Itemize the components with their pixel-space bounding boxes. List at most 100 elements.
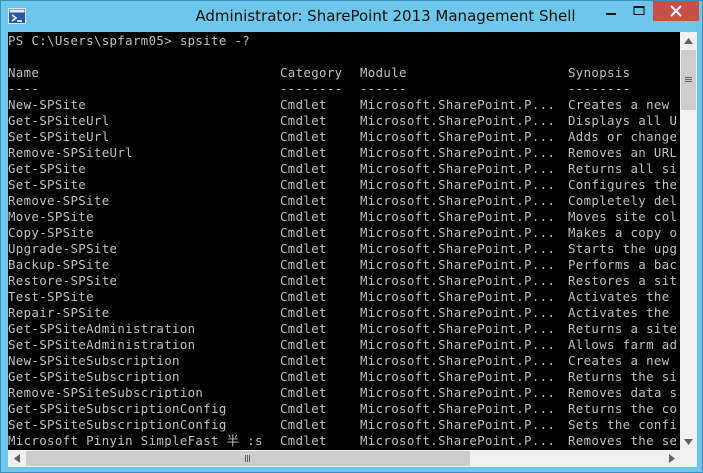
cmdlet-name: Remove-SPSite (8, 193, 110, 208)
cmdlet-synopsis: Starts the upg (568, 241, 678, 256)
scroll-down-button[interactable] (680, 433, 697, 450)
window-title-text: Administrator: SharePoint 2013 Managemen… (195, 7, 576, 25)
cmdlet-synopsis: Sets the confi (568, 417, 678, 432)
cmdlet-name: Move-SPSite (8, 209, 94, 224)
arrow-down-icon (684, 438, 693, 445)
cmdlet-module: Microsoft.SharePoint.P... (360, 97, 556, 112)
table-underline-row: ---- -------- ------ -------- (8, 81, 630, 97)
cmdlet-synopsis: Creates a new (568, 353, 670, 368)
cmdlet-synopsis: Displays all U (568, 113, 678, 128)
cmdlet-module: Microsoft.SharePoint.P... (360, 369, 556, 384)
cmdlet-module: Microsoft.SharePoint.P... (360, 321, 556, 336)
cmdlet-name: Upgrade-SPSite (8, 241, 118, 256)
cmdlet-name: Get-SPSiteSubscription (8, 369, 180, 384)
cmdlet-category: Cmdlet (280, 241, 327, 256)
cmdlet-synopsis: Restores a sit (568, 273, 678, 288)
cmdlet-synopsis: Adds or change (568, 129, 678, 144)
cmdlet-name: Get-SPSiteUrl (8, 113, 110, 128)
horizontal-scrollbar[interactable] (8, 450, 680, 467)
cmdlet-category: Cmdlet (280, 161, 327, 176)
cmdlet-synopsis: Configures the (568, 177, 678, 192)
cmdlet-name: Test-SPSite (8, 289, 94, 304)
cmdlet-category: Cmdlet (280, 385, 327, 400)
cmdlet-category: Cmdlet (280, 353, 327, 368)
cmdlet-module: Microsoft.SharePoint.P... (360, 433, 556, 448)
cmdlet-synopsis: Completely del (568, 193, 678, 208)
cmdlet-category: Cmdlet (280, 257, 327, 272)
horizontal-scroll-thumb[interactable] (26, 451, 470, 466)
vertical-scrollbar[interactable] (680, 32, 697, 450)
cmdlet-name: Copy-SPSite (8, 225, 94, 240)
scrollbar-corner (680, 450, 697, 467)
cmdlet-module: Microsoft.SharePoint.P... (360, 241, 556, 256)
cmdlet-category: Cmdlet (280, 177, 327, 192)
cmdlet-category: Cmdlet (280, 369, 327, 384)
prompt-line: PS C:\Users\spfarm05> spsite -? (8, 33, 251, 48)
underline-module: ------ (360, 81, 407, 96)
cmdlet-synopsis: Returns a site (568, 321, 678, 336)
cmdlet-name: Backup-SPSite (8, 257, 110, 272)
cmdlet-name: New-SPSite (8, 97, 87, 112)
cmdlet-category: Cmdlet (280, 401, 327, 416)
cmdlet-category: Cmdlet (280, 225, 327, 240)
cmdlet-synopsis: Returns all si (568, 161, 678, 176)
arrow-up-icon (684, 37, 693, 44)
cmdlet-name: Set-SPSiteSubscriptionConfig (8, 417, 227, 432)
cmdlet-category: Cmdlet (280, 273, 327, 288)
cmdlet-module: Microsoft.SharePoint.P... (360, 353, 556, 368)
header-synopsis: Synopsis (568, 65, 631, 80)
cmdlet-category: Cmdlet (280, 289, 327, 304)
scroll-up-button[interactable] (680, 32, 697, 49)
cmdlet-category: Cmdlet (280, 433, 327, 448)
cmdlet-name: New-SPSiteSubscription (8, 353, 180, 368)
cmdlet-synopsis: Removes an URL (568, 145, 678, 160)
underline-category: -------- (280, 81, 343, 96)
cmdlet-category: Cmdlet (280, 145, 327, 160)
cmdlet-module: Microsoft.SharePoint.P... (360, 113, 556, 128)
minimize-button[interactable] (597, 1, 625, 21)
cmdlet-module: Microsoft.SharePoint.P... (360, 225, 556, 240)
cmdlet-module: Microsoft.SharePoint.P... (360, 385, 556, 400)
minimize-icon (606, 13, 616, 15)
cmdlet-module: Microsoft.SharePoint.P... (360, 177, 556, 192)
cmdlet-name: Remove-SPSiteSubscription (8, 385, 204, 400)
maximize-button[interactable] (625, 1, 653, 21)
cmdlet-module: Microsoft.SharePoint.P... (360, 273, 556, 288)
cmdlet-name: Set-SPSiteAdministration (8, 337, 196, 352)
cmdlet-module: Microsoft.SharePoint.P... (360, 209, 556, 224)
cmdlet-synopsis: Returns the co (568, 401, 678, 416)
header-name: Name (8, 65, 40, 80)
cmdlet-synopsis: Activates the (568, 289, 670, 304)
cmdlet-name: Set-SPSite (8, 177, 87, 192)
cmdlet-synopsis: Creates a new (568, 97, 670, 112)
cmdlet-module: Microsoft.SharePoint.P... (360, 417, 556, 432)
cmdlet-module: Microsoft.SharePoint.P... (360, 289, 556, 304)
close-button[interactable] (653, 1, 699, 21)
vertical-scroll-thumb[interactable] (681, 50, 696, 110)
arrow-right-icon (668, 454, 675, 463)
cmdlet-synopsis: Activates the (568, 305, 670, 320)
cmdlet-synopsis: Allows farm ad (568, 337, 678, 352)
cmdlet-module: Microsoft.SharePoint.P... (360, 145, 556, 160)
cmdlet-name: Remove-SPSiteUrl (8, 145, 133, 160)
cmdlet-name: Get-SPSiteAdministration (8, 321, 196, 336)
cmdlet-category: Cmdlet (280, 193, 327, 208)
cmdlet-synopsis: Performs a bac (568, 257, 678, 272)
cmdlet-synopsis: Removes the se (568, 433, 678, 448)
console-output[interactable]: PS C:\Users\spfarm05> spsite -? Name Cat… (8, 32, 680, 450)
cmdlet-module: Microsoft.SharePoint.P... (360, 305, 556, 320)
cmdlet-name: Get-SPSite (8, 161, 87, 176)
cmdlet-module: Microsoft.SharePoint.P... (360, 193, 556, 208)
scroll-left-button[interactable] (8, 450, 25, 467)
cmdlet-category: Cmdlet (280, 305, 327, 320)
cmdlet-name: Restore-SPSite (8, 273, 118, 288)
cmdlet-module: Microsoft.SharePoint.P... (360, 401, 556, 416)
cmdlet-module: Microsoft.SharePoint.P... (360, 337, 556, 352)
underline-synopsis: -------- (568, 81, 631, 96)
cmdlet-category: Cmdlet (280, 129, 327, 144)
cmdlet-name: Repair-SPSite (8, 305, 110, 320)
title-bar[interactable]: Administrator: SharePoint 2013 Managemen… (1, 1, 702, 32)
cmdlet-name: Microsoft Pinyin SimpleFast 半 :s (8, 433, 263, 448)
scroll-right-button[interactable] (663, 450, 680, 467)
cmdlet-name: Set-SPSiteUrl (8, 129, 110, 144)
